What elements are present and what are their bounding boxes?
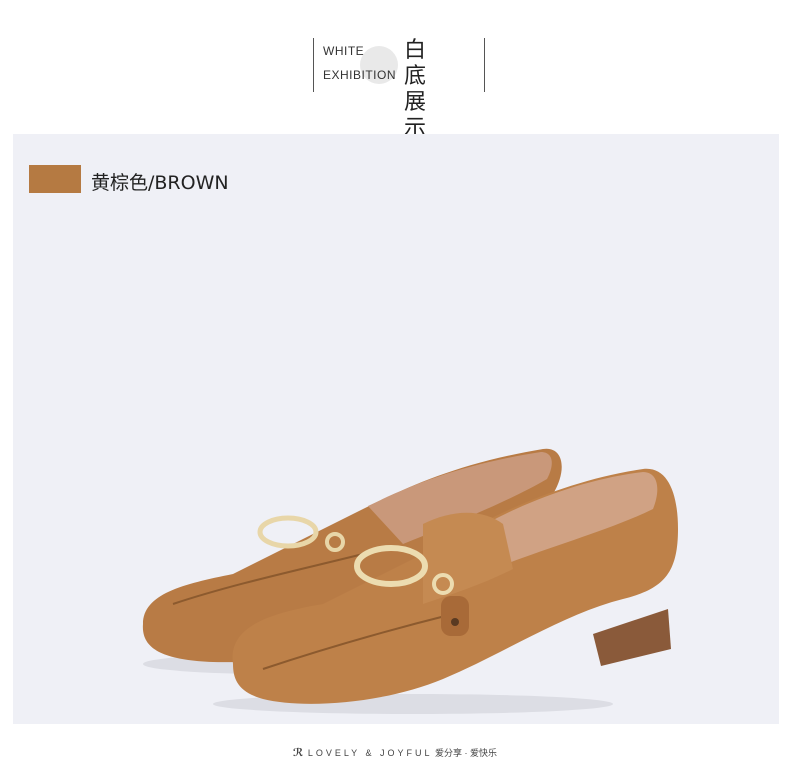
section-header: WHITE EXHIBITION 白 底 展 示: [313, 38, 485, 141]
header-zh: 白 底 展 示: [404, 38, 484, 142]
footer: ℛ LOVELY & JOYFUL 爱分享 · 爱快乐: [0, 746, 790, 759]
header-en-line2: EXHIBITION: [323, 68, 397, 82]
color-label: 黄棕色/BROWN: [91, 172, 229, 194]
header-divider-right: [484, 38, 485, 92]
front-shoe-strap: [441, 596, 469, 636]
product-panel: 黄棕色/BROWN: [13, 134, 779, 724]
header-en-line1: WHITE: [323, 44, 365, 58]
back-shoe-buckle: [257, 515, 319, 549]
header-divider-left: [313, 38, 314, 92]
front-shoe-heel: [593, 609, 671, 666]
color-swatch: [29, 165, 81, 193]
footer-brand: LOVELY & JOYFUL: [307, 748, 433, 758]
brown-loafers-image: [142, 448, 678, 714]
brand-logo-icon: ℛ: [292, 747, 304, 759]
header-zh-line1: 白 底: [404, 38, 443, 89]
front-shoe-rivet: [451, 618, 459, 626]
footer-tagline: 爱分享 · 爱快乐: [435, 748, 498, 758]
